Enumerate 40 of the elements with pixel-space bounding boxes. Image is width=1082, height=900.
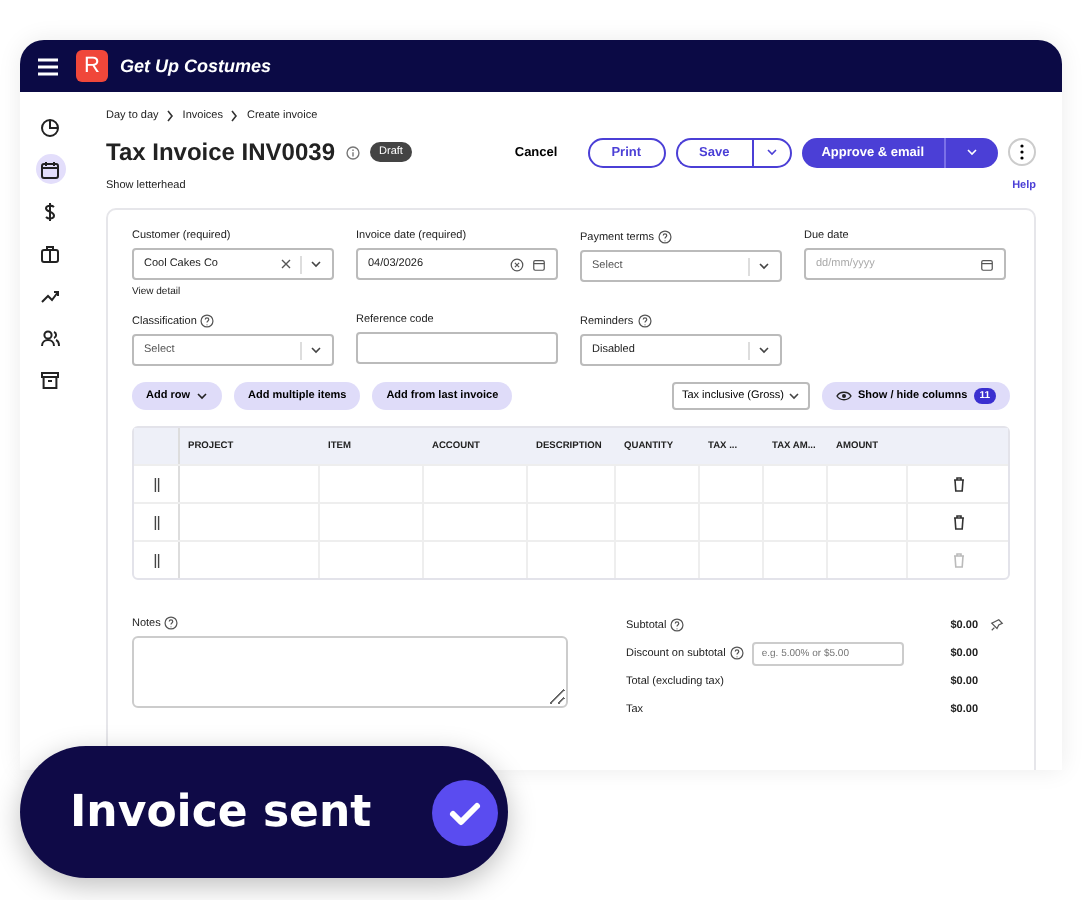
eye-icon — [836, 390, 852, 402]
clear-icon[interactable] — [510, 257, 524, 271]
help-icon[interactable] — [637, 314, 652, 328]
caret-icon — [966, 147, 978, 155]
caret-icon — [788, 392, 800, 400]
notes-field[interactable] — [132, 636, 568, 708]
chevron-right-icon — [230, 110, 239, 122]
pin-icon[interactable] — [989, 618, 1003, 632]
caret-icon — [310, 346, 322, 354]
save-options-button[interactable] — [751, 137, 792, 167]
caret-icon — [758, 262, 770, 270]
calendar-icon[interactable] — [35, 154, 65, 184]
drag-handle-icon[interactable] — [153, 477, 159, 491]
calendar-icon[interactable] — [532, 257, 546, 271]
delete-icon[interactable] — [951, 476, 965, 492]
menu-icon[interactable] — [38, 57, 58, 75]
toast-message: Invoice sent — [70, 787, 372, 837]
company-name: Get Up Costumes — [120, 56, 272, 76]
clear-icon[interactable] — [280, 258, 292, 270]
drag-handle-icon[interactable] — [153, 553, 159, 567]
caret-icon — [758, 346, 770, 354]
caret-icon — [765, 147, 778, 155]
page-title: Tax Invoice INV0039 — [106, 138, 336, 166]
drag-handle-icon[interactable] — [153, 515, 159, 529]
input-field[interactable] — [356, 332, 558, 364]
calendar-icon[interactable] — [980, 257, 994, 271]
caret-icon — [196, 392, 208, 400]
help-icon[interactable] — [729, 646, 744, 660]
approve-options-button[interactable] — [944, 137, 998, 167]
app-logo: R — [76, 50, 108, 82]
help-icon[interactable] — [657, 230, 672, 244]
help-icon[interactable] — [200, 314, 215, 328]
chevron-right-icon — [166, 110, 175, 122]
check-circle-icon — [431, 779, 498, 845]
delete-icon[interactable] — [951, 514, 965, 530]
info-icon[interactable] — [345, 145, 360, 159]
help-icon[interactable] — [164, 616, 179, 630]
caret-icon — [310, 260, 322, 268]
more-options-button[interactable] — [1008, 138, 1036, 166]
help-icon[interactable] — [670, 618, 685, 632]
